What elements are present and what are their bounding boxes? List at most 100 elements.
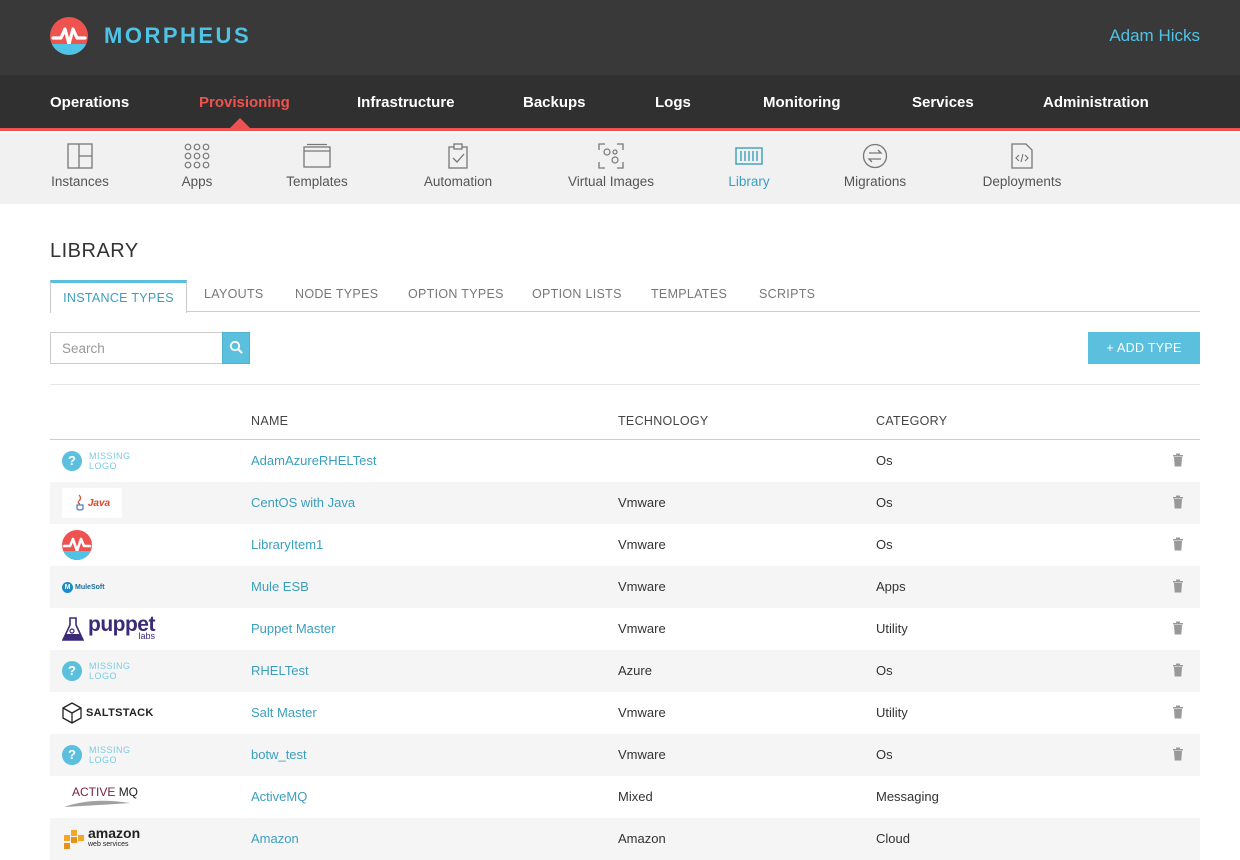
row-category: Utility xyxy=(876,705,908,720)
trash-icon[interactable] xyxy=(1172,537,1184,551)
row-technology: Amazon xyxy=(618,831,666,846)
row-technology: Vmware xyxy=(618,705,666,720)
row-technology: Vmware xyxy=(618,495,666,510)
table-row[interactable]: SALTSTACK Salt Master Vmware Utility xyxy=(50,692,1200,734)
saltstack-logo-icon: SALTSTACK xyxy=(62,696,172,730)
logo-text: LOGO xyxy=(89,461,118,471)
subnav-library[interactable]: Library xyxy=(727,143,771,191)
brand-name: MORPHEUS xyxy=(104,23,252,48)
nav-operations[interactable]: Operations xyxy=(50,94,129,111)
nav-logs[interactable]: Logs xyxy=(655,94,691,111)
search-button[interactable] xyxy=(222,332,250,364)
row-category: Os xyxy=(876,663,893,678)
column-header-name[interactable]: NAME xyxy=(251,414,288,428)
tab-instance-types[interactable]: INSTANCE TYPES xyxy=(50,280,187,313)
row-name-link[interactable]: Mule ESB xyxy=(251,579,309,594)
row-name-link[interactable]: Amazon xyxy=(251,831,299,846)
puppet-logo-icon: puppet labs xyxy=(62,612,172,646)
column-header-technology[interactable]: TECHNOLOGY xyxy=(618,414,709,428)
row-name-link[interactable]: LibraryItem1 xyxy=(251,537,323,552)
row-technology: Azure xyxy=(618,663,652,678)
trash-icon[interactable] xyxy=(1172,453,1184,467)
logo-text: puppet xyxy=(88,613,155,636)
nav-provisioning[interactable]: Provisioning xyxy=(199,94,290,111)
subnav-automation[interactable]: Automation xyxy=(420,143,496,191)
subnav-label: Templates xyxy=(286,174,348,189)
logo-text: MuleSoft xyxy=(75,583,105,591)
nav-services[interactable]: Services xyxy=(912,94,974,111)
trash-icon[interactable] xyxy=(1172,579,1184,593)
tab-scripts[interactable]: SCRIPTS xyxy=(759,287,815,301)
table-row[interactable]: amazon web services Amazon Amazon Cloud xyxy=(50,818,1200,860)
logo-text: ACTIVE xyxy=(72,784,116,799)
library-icon xyxy=(735,147,763,165)
trash-icon[interactable] xyxy=(1172,705,1184,719)
row-name-link[interactable]: AdamAzureRHELTest xyxy=(251,453,376,468)
missing-logo-icon: ? MISSING LOGO xyxy=(62,654,172,688)
puppet-flask-icon xyxy=(62,617,84,641)
subnav-apps[interactable]: Apps xyxy=(177,143,217,191)
subnav-label: Migrations xyxy=(843,174,907,189)
trash-icon[interactable] xyxy=(1172,495,1184,509)
brand[interactable]: MORPHEUS xyxy=(50,17,251,55)
row-category: Os xyxy=(876,747,893,762)
subnav-migrations[interactable]: Migrations xyxy=(841,143,909,191)
add-type-button[interactable]: + ADD TYPE xyxy=(1088,332,1200,364)
table-row[interactable]: Java CentOS with Java Vmware Os xyxy=(50,482,1200,524)
subnav-label: Deployments xyxy=(982,174,1062,189)
subnav-label: Virtual Images xyxy=(567,174,655,189)
subnav-virtual-images[interactable]: Virtual Images xyxy=(565,143,657,191)
row-category: Messaging xyxy=(876,789,939,804)
missing-logo-icon: ? MISSING LOGO xyxy=(62,444,172,478)
row-technology: Vmware xyxy=(618,747,666,762)
deployments-icon xyxy=(1011,143,1033,169)
table-row[interactable]: ACTIVE MQ ActiveMQ Mixed Messaging xyxy=(50,776,1200,818)
search-icon xyxy=(229,340,243,354)
tab-layouts[interactable]: LAYOUTS xyxy=(204,287,264,301)
nav-infrastructure[interactable]: Infrastructure xyxy=(357,94,455,111)
subnav-templates[interactable]: Templates xyxy=(282,143,352,191)
user-menu[interactable]: Adam Hicks xyxy=(1109,26,1200,46)
row-name-link[interactable]: ActiveMQ xyxy=(251,789,307,804)
amazon-logo-icon: amazon web services xyxy=(62,822,172,856)
logo-text: amazon xyxy=(88,825,141,841)
logo-text: MISSING xyxy=(89,451,131,461)
tab-option-types[interactable]: OPTION TYPES xyxy=(408,287,504,301)
row-name-link[interactable]: RHELTest xyxy=(251,663,309,678)
nav-administration[interactable]: Administration xyxy=(1043,94,1149,111)
table-row[interactable]: M MuleSoft Mule ESB Vmware Apps xyxy=(50,566,1200,608)
table-row[interactable]: LibraryItem1 Vmware Os xyxy=(50,524,1200,566)
row-name-link[interactable]: botw_test xyxy=(251,747,307,762)
column-header-category[interactable]: CATEGORY xyxy=(876,414,947,428)
tab-templates[interactable]: TEMPLATES xyxy=(651,287,727,301)
trash-icon[interactable] xyxy=(1172,621,1184,635)
library-tabs: INSTANCE TYPES LAYOUTS NODE TYPES OPTION… xyxy=(50,280,1200,313)
search-input[interactable] xyxy=(50,332,223,364)
table-row[interactable]: puppet labs Puppet Master Vmware Utility xyxy=(50,608,1200,650)
logo-text: MQ xyxy=(118,784,139,799)
migrations-icon xyxy=(862,143,888,169)
divider xyxy=(50,384,1200,385)
table-row[interactable]: ? MISSING LOGO RHELTest Azure Os xyxy=(50,650,1200,692)
trash-icon[interactable] xyxy=(1172,747,1184,761)
subnav-instances[interactable]: Instances xyxy=(50,143,110,191)
trash-icon[interactable] xyxy=(1172,663,1184,677)
subnav-deployments[interactable]: Deployments xyxy=(979,143,1065,191)
row-category: Os xyxy=(876,495,893,510)
row-name-link[interactable]: Puppet Master xyxy=(251,621,336,636)
java-cup-icon xyxy=(76,494,84,511)
nav-monitoring[interactable]: Monitoring xyxy=(763,94,840,111)
row-category: Os xyxy=(876,453,893,468)
morpheus-logo-icon xyxy=(50,17,88,55)
row-name-link[interactable]: CentOS with Java xyxy=(251,495,355,510)
row-technology: Vmware xyxy=(618,537,666,552)
tab-option-lists[interactable]: OPTION LISTS xyxy=(532,287,622,301)
row-name-link[interactable]: Salt Master xyxy=(251,705,317,720)
table-row[interactable]: ? MISSING LOGO AdamAzureRHELTest Os xyxy=(50,440,1200,482)
tab-node-types[interactable]: NODE TYPES xyxy=(295,287,378,301)
automation-icon xyxy=(448,143,468,169)
main-nav: Operations Provisioning Infrastructure B… xyxy=(0,75,1240,131)
table-row[interactable]: ? MISSING LOGO botw_test Vmware Os xyxy=(50,734,1200,776)
nav-backups[interactable]: Backups xyxy=(523,94,586,111)
row-technology: Mixed xyxy=(618,789,653,804)
